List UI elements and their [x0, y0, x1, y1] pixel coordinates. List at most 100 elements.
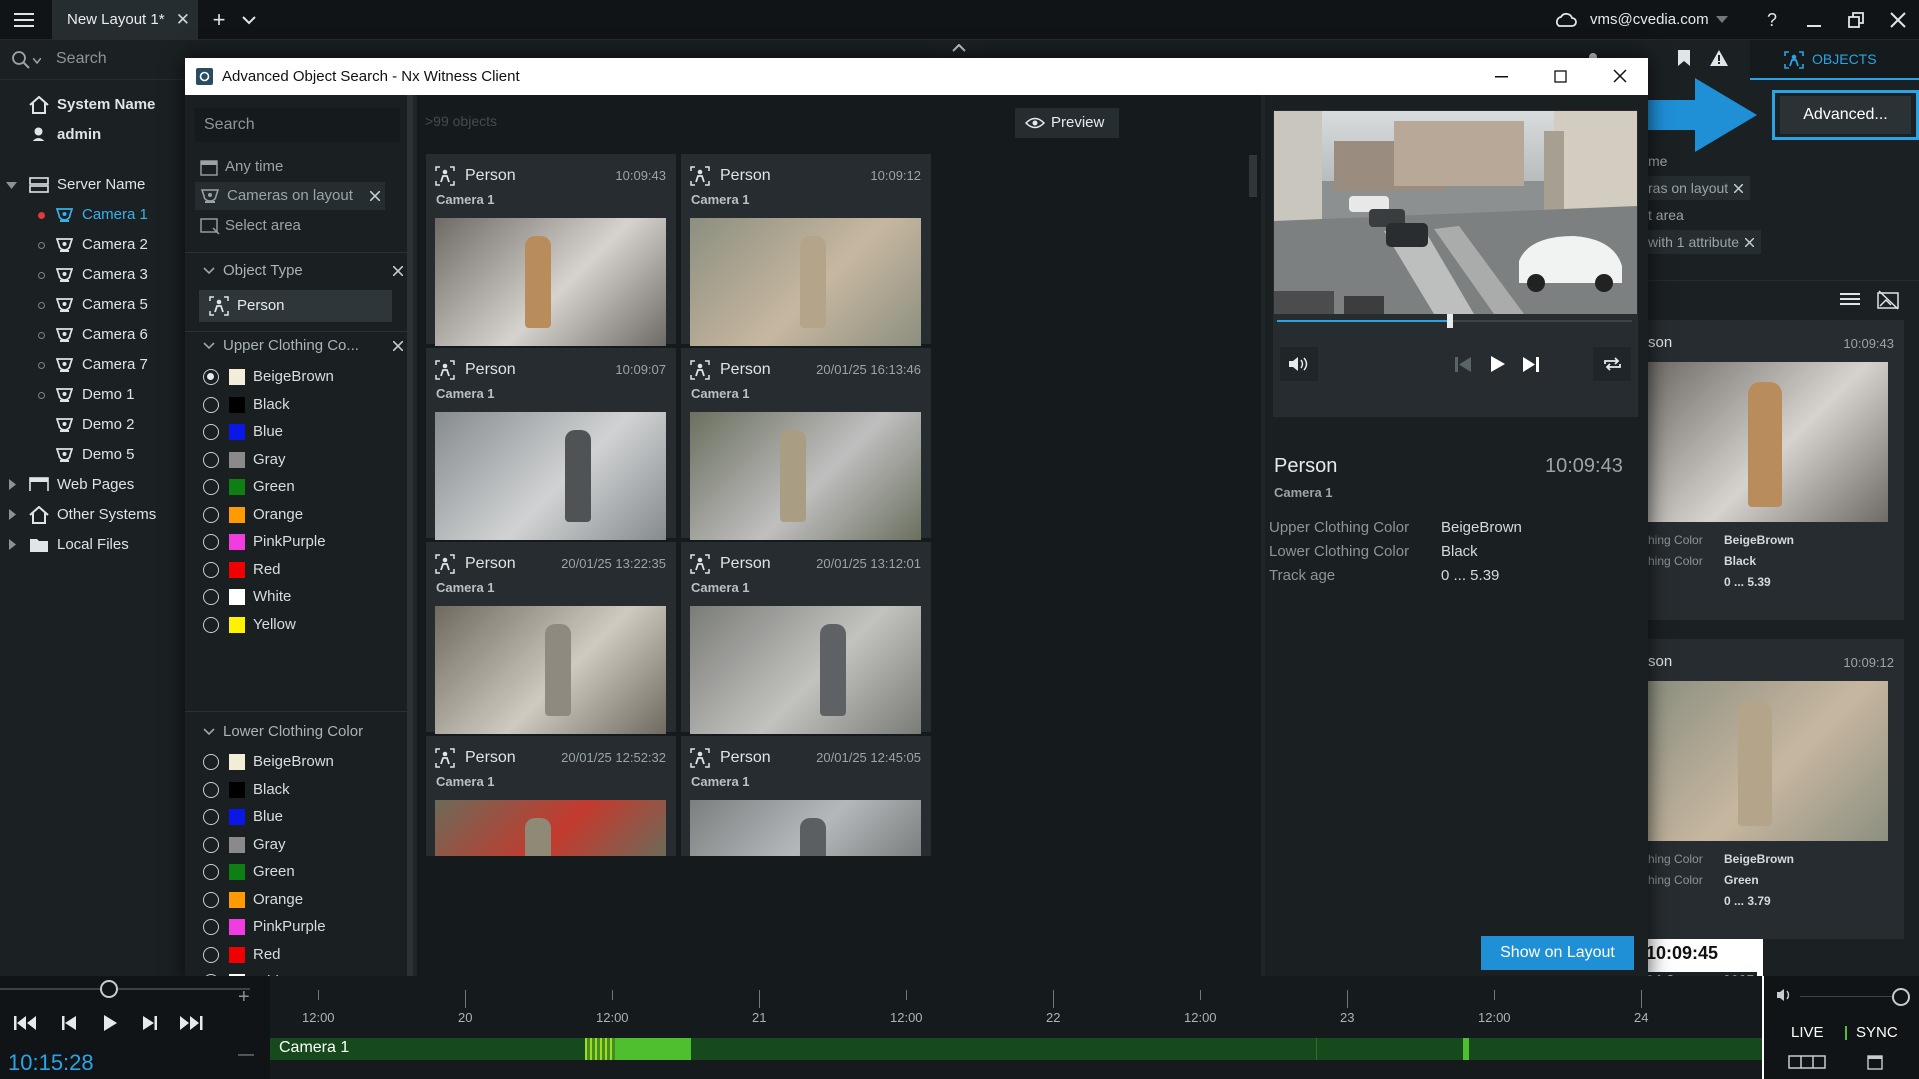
sync-button[interactable]: SYNC [1856, 1024, 1898, 1041]
tree-camera[interactable]: Camera 7 [0, 350, 186, 380]
results-scrollbar[interactable] [1249, 155, 1257, 197]
tabs-dropdown-button[interactable] [229, 0, 269, 40]
radio-button[interactable] [203, 946, 219, 963]
tree-camera[interactable]: Camera 1 [0, 200, 186, 230]
radio-button[interactable] [203, 781, 219, 798]
radio-button[interactable] [203, 561, 219, 578]
minimize-button[interactable] [1794, 0, 1834, 40]
radio-button[interactable] [203, 369, 219, 385]
radio-button[interactable] [203, 424, 219, 440]
tab-objects[interactable]: OBJECTS [1750, 40, 1919, 80]
radio-button[interactable] [203, 451, 219, 468]
resource-search[interactable]: Search [0, 40, 186, 80]
main-menu-button[interactable] [4, 0, 44, 40]
filter-chip[interactable]: with 1 attribute [1646, 230, 1762, 254]
preview-button[interactable]: Preview [1015, 108, 1119, 138]
skip-back-icon[interactable] [1455, 357, 1471, 372]
object-card[interactable]: son 10:09:12 hing Color BeigeBrown hing Colo… [1646, 639, 1904, 939]
seek-handle[interactable] [1447, 314, 1453, 328]
restore-button[interactable] [1836, 0, 1876, 40]
jump-end-icon[interactable] [180, 1016, 204, 1030]
user-account[interactable]: vms@cvedia.com [1590, 0, 1709, 40]
close-tab-icon[interactable]: ✕ [176, 0, 190, 40]
tree-camera[interactable]: Demo 1 [0, 380, 186, 410]
step-forward-icon[interactable] [143, 1016, 157, 1030]
timeline-ruler[interactable] [270, 976, 1763, 1038]
skip-forward-icon[interactable] [1523, 357, 1539, 372]
tree-local-files[interactable]: Local Files [0, 530, 186, 560]
object-card[interactable]: son 10:09:43 hing Color BeigeBrown hing Colo… [1646, 320, 1904, 620]
jump-start-icon[interactable] [14, 1016, 38, 1030]
radio-button[interactable] [203, 836, 219, 853]
radio-button[interactable] [203, 396, 219, 413]
user-dropdown-icon[interactable] [1707, 0, 1737, 40]
filters-scrollbar[interactable] [407, 95, 413, 984]
radio-button[interactable] [203, 891, 219, 908]
tree-camera[interactable]: Demo 5 [0, 440, 186, 470]
result-card[interactable]: Person 20/01/25 13:22:35 Camera 1 [426, 542, 676, 734]
tree-system[interactable]: System Name [0, 90, 186, 120]
radio-button[interactable] [203, 616, 219, 633]
tree-web-pages[interactable]: Web Pages [0, 470, 186, 500]
tree-camera[interactable]: Camera 3 [0, 260, 186, 290]
filter-chip[interactable]: ras on layout [1646, 176, 1751, 200]
show-on-layout-button[interactable]: Show on Layout [1481, 936, 1634, 970]
tree-camera[interactable]: Camera 2 [0, 230, 186, 260]
close-icon[interactable] [370, 191, 380, 201]
advanced-button[interactable]: Advanced... [1780, 96, 1911, 134]
object-type-section[interactable]: Object Type [203, 258, 403, 284]
image-toggle-icon[interactable] [1877, 290, 1899, 310]
radio-button[interactable] [203, 919, 219, 935]
volume-icon[interactable] [1776, 988, 1794, 1002]
bookmark-icon[interactable] [1677, 49, 1691, 67]
result-card[interactable]: Person 10:09:43 Camera 1 [426, 154, 676, 346]
radio-button[interactable] [203, 589, 219, 605]
radio-button[interactable] [203, 809, 219, 825]
warning-icon[interactable] [1709, 49, 1729, 67]
camera-track[interactable] [270, 1038, 1763, 1060]
result-card[interactable]: Person 20/01/25 16:13:46 Camera 1 [681, 348, 931, 540]
cameras-on-layout-chip[interactable]: Cameras on layout [195, 182, 385, 210]
volume-button[interactable] [1280, 347, 1318, 381]
close-icon[interactable] [1734, 184, 1744, 193]
tree-user[interactable]: admin [0, 120, 186, 150]
step-back-icon[interactable] [62, 1016, 76, 1030]
result-card[interactable]: Person 10:09:07 Camera 1 [426, 348, 676, 540]
zoom-out-button[interactable]: — [238, 1046, 254, 1064]
tree-camera[interactable]: Demo 2 [0, 410, 186, 440]
close-icon[interactable] [1613, 69, 1627, 83]
loop-button[interactable] [1593, 347, 1631, 381]
layout-tab[interactable]: New Layout 1* ✕ [52, 0, 198, 40]
close-app-button[interactable] [1878, 0, 1918, 40]
tree-server[interactable]: Server Name [0, 170, 186, 200]
maximize-icon[interactable] [1554, 70, 1567, 83]
volume-slider-handle[interactable] [1892, 988, 1910, 1006]
list-view-icon[interactable] [1840, 292, 1860, 308]
filter-chip[interactable]: t area [1646, 203, 1684, 227]
result-card[interactable]: Person 20/01/25 12:52:32 Camera 1 [426, 736, 676, 856]
play-icon[interactable] [1491, 356, 1505, 372]
radio-button[interactable] [203, 864, 219, 880]
speed-slider-handle[interactable] [100, 980, 118, 998]
filter-chip[interactable]: me [1646, 149, 1667, 173]
collapse-toggle[interactable] [934, 40, 984, 56]
speed-slider[interactable] [0, 988, 250, 990]
radio-button[interactable] [203, 754, 219, 770]
volume-slider[interactable] [1800, 996, 1900, 997]
close-icon[interactable] [393, 341, 403, 351]
result-card[interactable]: Person 10:09:12 Camera 1 [681, 154, 931, 346]
minimize-icon[interactable] [1495, 76, 1508, 78]
play-icon[interactable] [104, 1015, 117, 1031]
tree-other-systems[interactable]: Other Systems [0, 500, 186, 530]
radio-button[interactable] [203, 479, 219, 495]
radio-button[interactable] [203, 506, 219, 523]
radio-button[interactable] [203, 534, 219, 550]
zoom-in-button[interactable]: + [238, 986, 250, 1009]
result-card[interactable]: Person 20/01/25 12:45:05 Camera 1 [681, 736, 931, 856]
timeline-scroll[interactable] [270, 1060, 1763, 1079]
search-input[interactable]: Search [195, 108, 400, 142]
close-icon[interactable] [1745, 238, 1755, 247]
playhead[interactable] [1762, 976, 1764, 1079]
calendar-icon[interactable] [1867, 1054, 1883, 1070]
resource-search-input[interactable]: Search [56, 50, 107, 68]
